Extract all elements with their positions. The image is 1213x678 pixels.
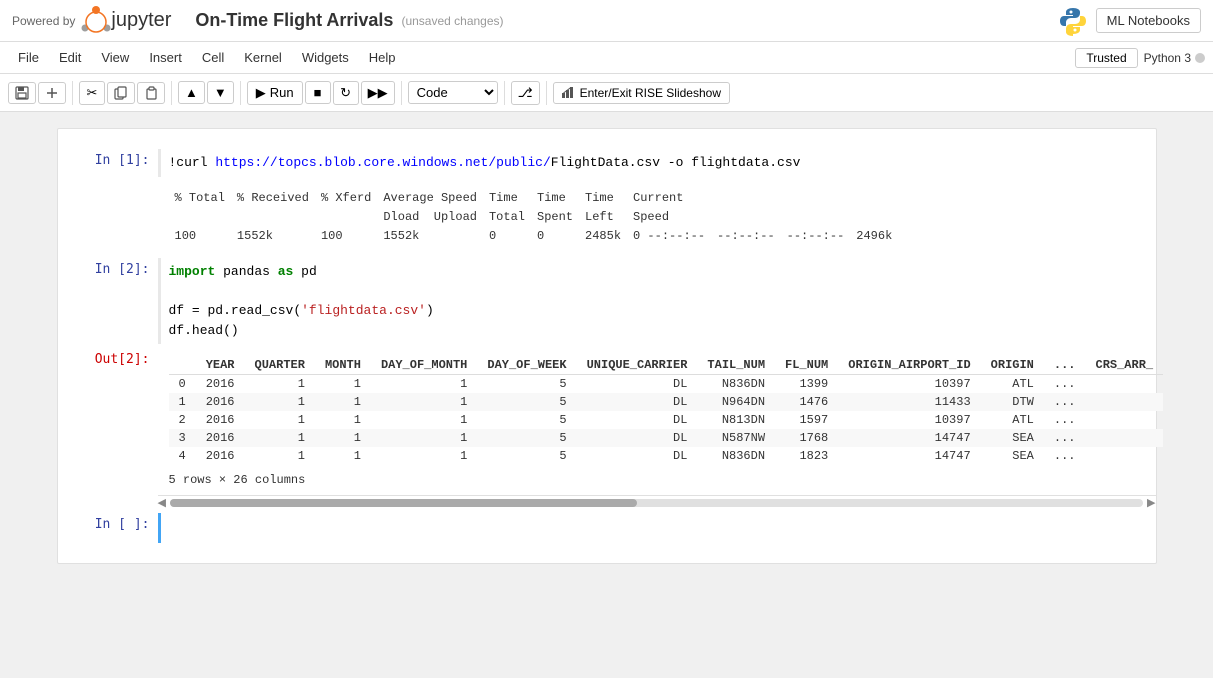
col-header-day-of-month: DAY_OF_MONTH <box>371 356 477 375</box>
menubar: File Edit View Insert Cell Kernel Widget… <box>0 42 1213 74</box>
cell-in2-code: import pandas as pd df = pd.read_csv('fl… <box>169 262 1148 340</box>
table-row: 220161115DLN813DN159710397ATL... <box>169 411 1164 429</box>
kernel-info: Python 3 <box>1144 51 1205 65</box>
col-header-index <box>169 356 196 375</box>
toolbar-separator-2 <box>171 81 172 105</box>
cell-out2-content: YEAR QUARTER MONTH DAY_OF_MONTH DAY_OF_W… <box>158 348 1172 491</box>
header-right: ML Notebooks <box>1058 6 1201 36</box>
header: Powered by jupyter On-Time Flight Arriva… <box>0 0 1213 42</box>
toolbar-separator-1 <box>72 81 73 105</box>
run-button[interactable]: ▶ Run <box>247 81 303 105</box>
cell-in1-code: !curl https://topcs.blob.core.windows.ne… <box>169 153 1148 173</box>
cell-out1-label <box>58 181 158 255</box>
ml-notebooks-button[interactable]: ML Notebooks <box>1096 8 1201 33</box>
table-row: 120161115DLN964DN147611433DTW... <box>169 393 1164 411</box>
cut-button[interactable]: ✂ <box>79 81 105 105</box>
col-header-origin-airport-id: ORIGIN_AIRPORT_ID <box>838 356 980 375</box>
cell-empty-code[interactable] <box>169 517 1148 539</box>
move-up-button[interactable]: ▲ <box>178 81 205 104</box>
jupyter-text: jupyter <box>111 9 171 32</box>
notebook-content: In [1]: !curl https://topcs.blob.core.wi… <box>57 128 1157 564</box>
powered-by-label: Powered by <box>12 14 75 28</box>
menu-insert[interactable]: Insert <box>139 46 192 69</box>
restart-button[interactable]: ↻ <box>333 81 359 105</box>
chart-icon <box>562 87 576 98</box>
col-header-carrier: UNIQUE_CARRIER <box>577 356 698 375</box>
horizontal-scrollbar[interactable]: ◀ ▶ <box>158 495 1156 509</box>
col-header-tail-num: TAIL_NUM <box>697 356 775 375</box>
scroll-thumb[interactable] <box>170 499 637 507</box>
keyboard-shortcut-button[interactable]: ⎇ <box>511 81 540 105</box>
save-icon <box>15 86 29 100</box>
menu-help[interactable]: Help <box>359 46 406 69</box>
plus-icon <box>45 86 59 100</box>
unsaved-indicator: (unsaved changes) <box>401 14 503 28</box>
dataframe-table: YEAR QUARTER MONTH DAY_OF_MONTH DAY_OF_W… <box>169 356 1164 465</box>
paste-button[interactable] <box>137 82 165 104</box>
cell-out1-content: % Total% Received% Xferd Average SpeedTi… <box>158 181 1156 255</box>
cell-type-select[interactable]: Code Markdown Raw NBConvert <box>408 81 498 104</box>
col-header-year: YEAR <box>196 356 245 375</box>
col-header-ellipsis: ... <box>1044 356 1086 375</box>
notebook-area: In [1]: !curl https://topcs.blob.core.wi… <box>0 112 1213 678</box>
stop-button[interactable]: ■ <box>305 81 331 104</box>
scroll-track[interactable] <box>170 499 1143 507</box>
menubar-right: Trusted Python 3 <box>1075 48 1205 68</box>
move-down-button[interactable]: ▼ <box>207 81 234 104</box>
cell-in2: In [2]: import pandas as pd df = pd.read… <box>58 258 1156 344</box>
toolbar-separator-4 <box>401 81 402 105</box>
kernel-name: Python 3 <box>1144 51 1191 65</box>
table-row: 020161115DLN836DN139910397ATL... <box>169 375 1164 394</box>
table-row: 320161115DLN587NW176814747SEA... <box>169 429 1164 447</box>
run-icon: ▶ <box>256 85 266 101</box>
python-logo-icon <box>1058 6 1088 36</box>
jupyter-logo-icon <box>81 6 111 36</box>
menu-widgets[interactable]: Widgets <box>292 46 359 69</box>
run-label: Run <box>270 85 294 100</box>
toolbar: ✂ ▲ ▼ ▶ Run ■ ↻ ▶▶ Code Markdown Raw NBC… <box>0 74 1213 112</box>
kernel-status-dot <box>1195 53 1205 63</box>
col-header-month: MONTH <box>315 356 371 375</box>
col-header-origin: ORIGIN <box>981 356 1044 375</box>
paste-icon <box>144 86 158 100</box>
trusted-button[interactable]: Trusted <box>1075 48 1137 68</box>
rise-label: Enter/Exit RISE Slideshow <box>580 86 721 100</box>
toolbar-separator-6 <box>546 81 547 105</box>
menu-file[interactable]: File <box>8 46 49 69</box>
cell-in2-label: In [2]: <box>58 258 158 344</box>
menu-kernel[interactable]: Kernel <box>234 46 292 69</box>
col-header-crs-arr: CRS_ARR_ <box>1086 356 1164 375</box>
add-cell-button[interactable] <box>38 82 66 104</box>
jupyter-logo: jupyter <box>81 6 187 36</box>
cell-out1: % Total% Received% Xferd Average SpeedTi… <box>58 181 1156 255</box>
cell-out2-label: Out[2]: <box>58 348 158 491</box>
fast-forward-button[interactable]: ▶▶ <box>361 81 395 105</box>
col-header-fl-num: FL_NUM <box>775 356 838 375</box>
save-button[interactable] <box>8 82 36 104</box>
table-row: 420161115DLN836DN182314747SEA... <box>169 447 1164 465</box>
notebook-title[interactable]: On-Time Flight Arrivals <box>195 10 393 31</box>
curl-output: % Total% Received% Xferd Average SpeedTi… <box>169 185 1148 251</box>
cell-out2: Out[2]: YEAR QUARTER MONTH DAY_OF_MONTH … <box>58 348 1156 491</box>
scroll-left-arrow[interactable]: ◀ <box>158 496 166 509</box>
menu-view[interactable]: View <box>91 46 139 69</box>
col-header-quarter: QUARTER <box>245 356 315 375</box>
col-header-day-of-week: DAY_OF_WEEK <box>477 356 576 375</box>
cell-in2-content[interactable]: import pandas as pd df = pd.read_csv('fl… <box>158 258 1156 344</box>
toolbar-separator-5 <box>504 81 505 105</box>
cell-empty: In [ ]: <box>58 513 1156 543</box>
cell-in1: In [1]: !curl https://topcs.blob.core.wi… <box>58 149 1156 177</box>
copy-icon <box>114 86 128 100</box>
rise-slideshow-button[interactable]: Enter/Exit RISE Slideshow <box>553 82 730 104</box>
toolbar-separator-3 <box>240 81 241 105</box>
cell-empty-label: In [ ]: <box>58 513 158 543</box>
copy-button[interactable] <box>107 82 135 104</box>
menu-edit[interactable]: Edit <box>49 46 91 69</box>
rows-columns-info: 5 rows × 26 columns <box>169 473 1164 487</box>
cell-in1-content[interactable]: !curl https://topcs.blob.core.windows.ne… <box>158 149 1156 177</box>
menu-cell[interactable]: Cell <box>192 46 234 69</box>
scroll-right-arrow[interactable]: ▶ <box>1147 496 1155 509</box>
cell-in1-label: In [1]: <box>58 149 158 177</box>
cell-empty-content[interactable] <box>158 513 1156 543</box>
